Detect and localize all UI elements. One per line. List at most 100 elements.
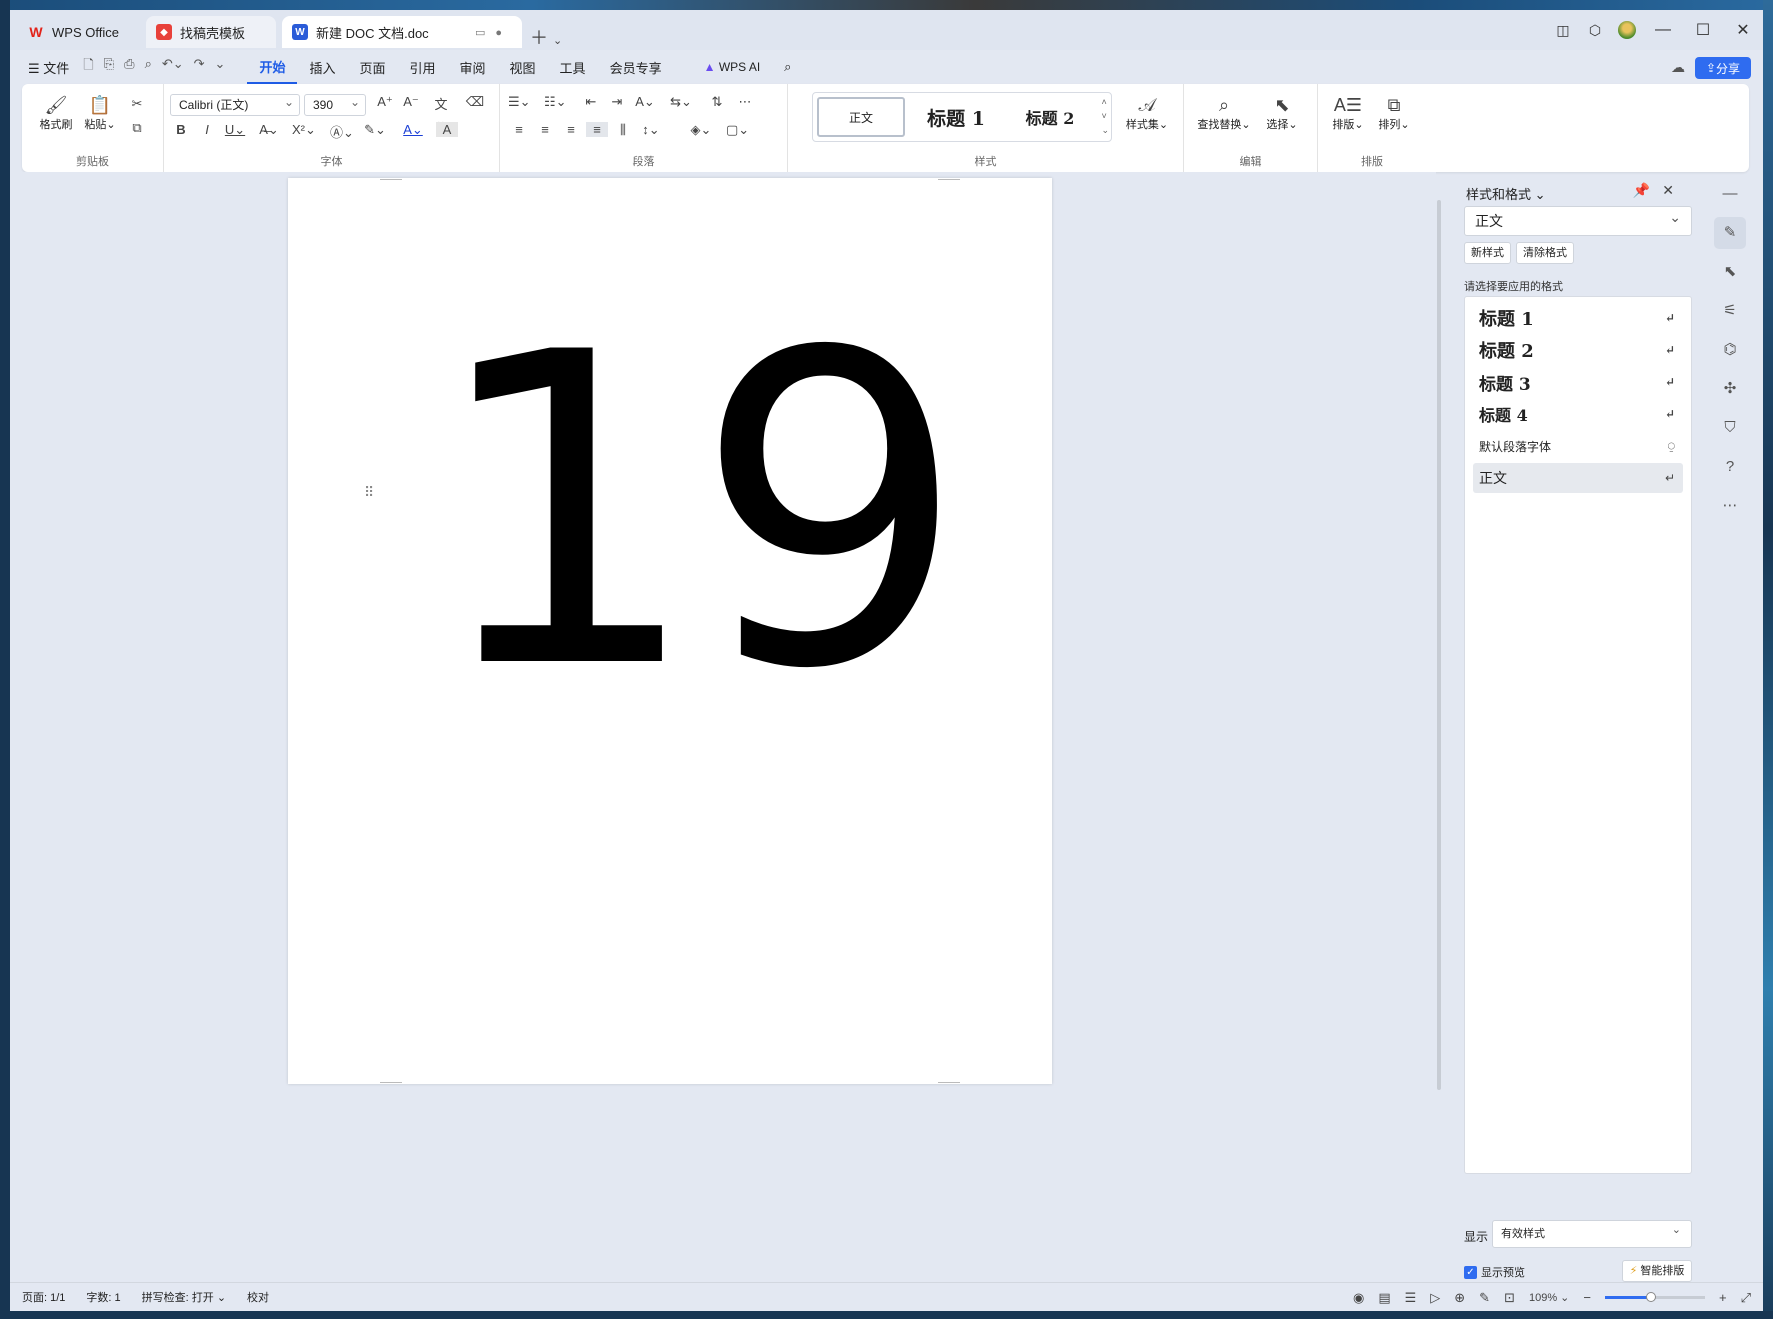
clear-format-icon[interactable]: ⌫ <box>464 94 486 110</box>
panel-close-icon[interactable]: ✕ <box>1662 182 1686 198</box>
paste-button[interactable]: 📋 粘贴⌄ <box>80 94 120 132</box>
zoom-out-icon[interactable]: − <box>1583 1290 1591 1305</box>
tab-review[interactable]: 审阅 <box>448 58 498 77</box>
numbered-list-icon[interactable]: ☷⌄ <box>544 94 567 110</box>
proofread-button[interactable]: 校对 <box>235 1289 278 1305</box>
grow-font-icon[interactable]: A⁺ <box>374 94 396 110</box>
bullet-list-icon[interactable]: ☰⌄ <box>508 94 531 110</box>
tab-references[interactable]: 引用 <box>398 58 448 77</box>
text-direction-icon[interactable]: A⌄ <box>634 94 656 110</box>
more-chevron-icon[interactable]: ⌄ <box>215 56 226 78</box>
format-painter-button[interactable]: 🖌 格式刷 <box>36 94 76 132</box>
italic-icon[interactable]: I <box>196 122 218 137</box>
show-filter-select[interactable]: 有效样式 <box>1492 1217 1692 1248</box>
show-preview-checkbox[interactable]: ✓ 显示预览 <box>1464 1264 1525 1280</box>
page-count[interactable]: 页面: 1/1 <box>10 1289 74 1305</box>
select-arrow-icon[interactable]: ⬉ <box>1714 256 1746 288</box>
borders-icon[interactable]: ▢⌄ <box>726 122 749 138</box>
export-icon[interactable]: ⎘ <box>104 56 114 78</box>
align-center-icon[interactable]: ≡ <box>534 122 556 137</box>
tab-member[interactable]: 会员专享 <box>598 58 674 77</box>
decrease-indent-icon[interactable]: ⇤ <box>580 94 602 110</box>
font-color-icon[interactable]: A⌄ <box>402 122 424 138</box>
cut-icon[interactable]: ✂ <box>126 96 148 112</box>
copy-icon[interactable]: ⧉ <box>126 120 148 136</box>
scrollbar-track[interactable] <box>1437 200 1441 1090</box>
tab-document[interactable]: W 新建 DOC 文档.doc ▭● <box>282 16 522 48</box>
bold-icon[interactable]: B <box>170 122 192 137</box>
save-icon[interactable]: 🗋 <box>83 56 93 78</box>
char-shading-icon[interactable]: A <box>436 122 458 137</box>
image-tool-icon[interactable]: ⌬ <box>1714 334 1746 366</box>
zoom-knob[interactable] <box>1646 1292 1656 1302</box>
maximize-button[interactable]: ☐ <box>1683 10 1723 50</box>
style-set-button[interactable]: 𝒜 样式集⌄ <box>1122 94 1172 132</box>
arrange-button[interactable]: ⧉ 排列⌄ <box>1372 94 1416 132</box>
page-view-icon[interactable]: ▤ <box>1378 1290 1390 1306</box>
text-effect-icon[interactable]: Ⓐ⌄ <box>330 122 354 141</box>
shading-icon[interactable]: ◈⌄ <box>690 122 712 138</box>
tab-wps-office[interactable]: W WPS Office <box>18 16 140 48</box>
style-list-item[interactable]: 标题 1 ↵ <box>1473 303 1683 333</box>
style-list-item[interactable]: 正文 ↵ <box>1473 463 1683 493</box>
highlight-icon[interactable]: ✎⌄ <box>364 122 386 138</box>
style-heading-2[interactable]: 标题 2 <box>1005 97 1095 137</box>
new-style-button[interactable]: 新样式 <box>1464 242 1511 264</box>
layout-toggle-icon[interactable]: ◫ <box>1547 10 1579 50</box>
sort-icon[interactable]: ⇅ <box>706 94 728 110</box>
tab-page[interactable]: 页面 <box>347 58 397 77</box>
cloud-icon[interactable]: ☁ <box>1671 59 1685 76</box>
print-preview-icon[interactable]: ⌕ <box>145 56 152 78</box>
zoom-slider[interactable] <box>1605 1292 1705 1302</box>
wps-ai-button[interactable]: ▲ WPS AI <box>692 60 773 74</box>
align-left-icon[interactable]: ≡ <box>508 122 530 137</box>
font-size-select[interactable]: 390 <box>304 92 366 116</box>
tab-view[interactable]: 视图 <box>498 58 548 77</box>
eye-icon[interactable]: ◉ <box>1353 1290 1364 1306</box>
search-icon[interactable]: ⌕ <box>772 59 803 75</box>
drag-handle-icon[interactable]: ⠿ <box>364 484 374 501</box>
pin-icon[interactable]: 📌 <box>1633 182 1662 198</box>
cube-icon[interactable]: ⬡ <box>1579 10 1611 50</box>
smart-layout-button[interactable]: ⚡ 智能排版 <box>1622 1260 1692 1282</box>
write-mode-icon[interactable]: ✎ <box>1479 1290 1490 1306</box>
outline-view-icon[interactable]: ☰ <box>1405 1290 1417 1306</box>
find-replace-button[interactable]: ⌕ 查找替换⌄ <box>1192 94 1256 132</box>
tools-icon[interactable]: ✣ <box>1714 373 1746 405</box>
styles-pen-icon[interactable]: ✎ <box>1714 217 1746 249</box>
tab-insert[interactable]: 插入 <box>297 58 347 77</box>
style-list-item[interactable]: 默认段落字体 ⍜ <box>1473 431 1683 461</box>
new-tab-plus-icon[interactable]: ＋ ⌄ <box>530 24 562 50</box>
tab-home[interactable]: 开始 <box>247 50 298 84</box>
tab-tools[interactable]: 工具 <box>548 58 598 77</box>
zoom-level[interactable]: 109% ⌄ <box>1529 1291 1569 1304</box>
style-normal[interactable]: 正文 <box>817 97 905 137</box>
tab-status-icons[interactable]: ▭● <box>475 26 512 39</box>
clear-format-button[interactable]: 清除格式 <box>1516 242 1574 264</box>
web-view-icon[interactable]: ⊕ <box>1454 1290 1465 1306</box>
justify-icon[interactable]: ≡ <box>586 122 608 137</box>
collapse-icon[interactable]: — <box>1714 178 1746 210</box>
adjust-sliders-icon[interactable]: ⚟ <box>1714 295 1746 327</box>
zoom-in-icon[interactable]: + <box>1719 1290 1727 1305</box>
underline-icon[interactable]: U⌄ <box>224 122 246 138</box>
show-marks-icon[interactable]: ⋯ <box>734 94 756 110</box>
select-button[interactable]: ⬉ 选择⌄ <box>1260 94 1304 132</box>
style-list-item[interactable]: 标题 3 ↵ <box>1473 367 1683 397</box>
fit-page-icon[interactable]: ⊡ <box>1504 1290 1515 1306</box>
align-right-icon[interactable]: ≡ <box>560 122 582 137</box>
convert-icon[interactable]: ⇆⌄ <box>670 94 692 110</box>
file-menu[interactable]: ☰ 文件 <box>10 58 83 77</box>
shirt-icon[interactable]: ⛉ <box>1714 412 1746 444</box>
increase-indent-icon[interactable]: ⇥ <box>606 94 628 110</box>
vertical-scrollbar[interactable] <box>1434 178 1444 1298</box>
more-icon[interactable]: ⋯ <box>1714 490 1746 522</box>
current-style-select[interactable]: 正文 <box>1464 203 1692 236</box>
tab-template[interactable]: ◆ 找稿壳模板 <box>146 16 276 48</box>
word-count[interactable]: 字数: 1 <box>74 1289 129 1305</box>
gallery-scroll-icon[interactable]: ˄ ˅ ⌄ <box>1101 95 1109 137</box>
shrink-font-icon[interactable]: A⁻ <box>400 94 422 110</box>
play-icon[interactable]: ▷ <box>1430 1290 1440 1306</box>
document-page[interactable]: ⠿ 19 <box>288 178 1052 1084</box>
minimize-button[interactable]: — <box>1643 10 1683 50</box>
